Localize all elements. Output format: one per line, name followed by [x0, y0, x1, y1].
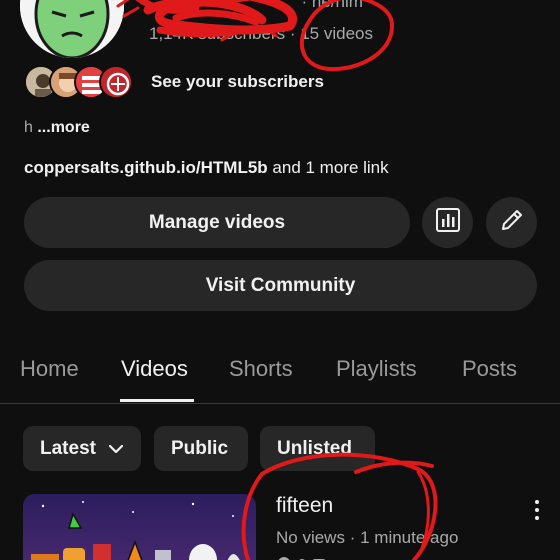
see-subscribers-label: See your subscribers — [151, 72, 324, 91]
subscriber-count: 1,14K subscribers — [149, 24, 286, 43]
visibility-icon — [276, 552, 336, 560]
more-options-icon[interactable] — [530, 500, 544, 522]
video-meta: No views · 1 minute ago — [276, 528, 459, 547]
channel-links[interactable]: coppersalts.github.io/HTML5b and 1 more … — [24, 158, 389, 178]
video-age: 1 minute ago — [360, 528, 459, 547]
tab-shorts[interactable]: Shorts — [229, 356, 293, 382]
tab-playlists[interactable]: Playlists — [336, 356, 417, 382]
more-links-label: and 1 more link — [272, 158, 389, 177]
channel-handle: xxxxxxxxxxxxxxxxxxx· he/him — [301, 0, 363, 11]
edit-channel-button[interactable] — [486, 197, 537, 248]
more-link[interactable]: ...more — [37, 119, 89, 136]
tab-videos[interactable]: Videos — [121, 356, 188, 382]
manage-videos-button[interactable]: Manage videos — [24, 197, 410, 248]
see-subscribers-row[interactable]: See your subscribers — [24, 64, 324, 100]
filter-public-chip[interactable]: Public — [154, 426, 248, 471]
bar-chart-icon — [435, 207, 461, 239]
channel-description[interactable]: h ...more — [24, 119, 90, 137]
chevron-down-icon — [108, 444, 124, 454]
video-title[interactable]: fifteen — [276, 494, 333, 518]
sort-dropdown[interactable]: Latest — [23, 426, 141, 471]
video-thumbnail[interactable] — [23, 494, 256, 560]
tab-posts[interactable]: Posts — [462, 356, 517, 382]
visit-community-button[interactable]: Visit Community — [24, 260, 537, 311]
active-tab-indicator — [120, 399, 194, 402]
primary-link[interactable]: coppersalts.github.io/HTML5b — [24, 158, 268, 177]
analytics-button[interactable] — [422, 197, 473, 248]
channel-tabs: Home Videos Shorts Playlists Posts — [0, 350, 560, 404]
filter-unlisted-chip[interactable]: Unlisted — [260, 426, 375, 471]
video-count: 15 videos — [300, 24, 373, 43]
video-views: No views — [276, 528, 345, 547]
pencil-icon — [499, 207, 525, 239]
channel-avatar[interactable] — [20, 0, 124, 58]
subscriber-avatar — [99, 65, 133, 99]
tab-home[interactable]: Home — [20, 356, 79, 382]
channel-stats: 1,14K subscribers · 15 videos — [149, 24, 373, 43]
